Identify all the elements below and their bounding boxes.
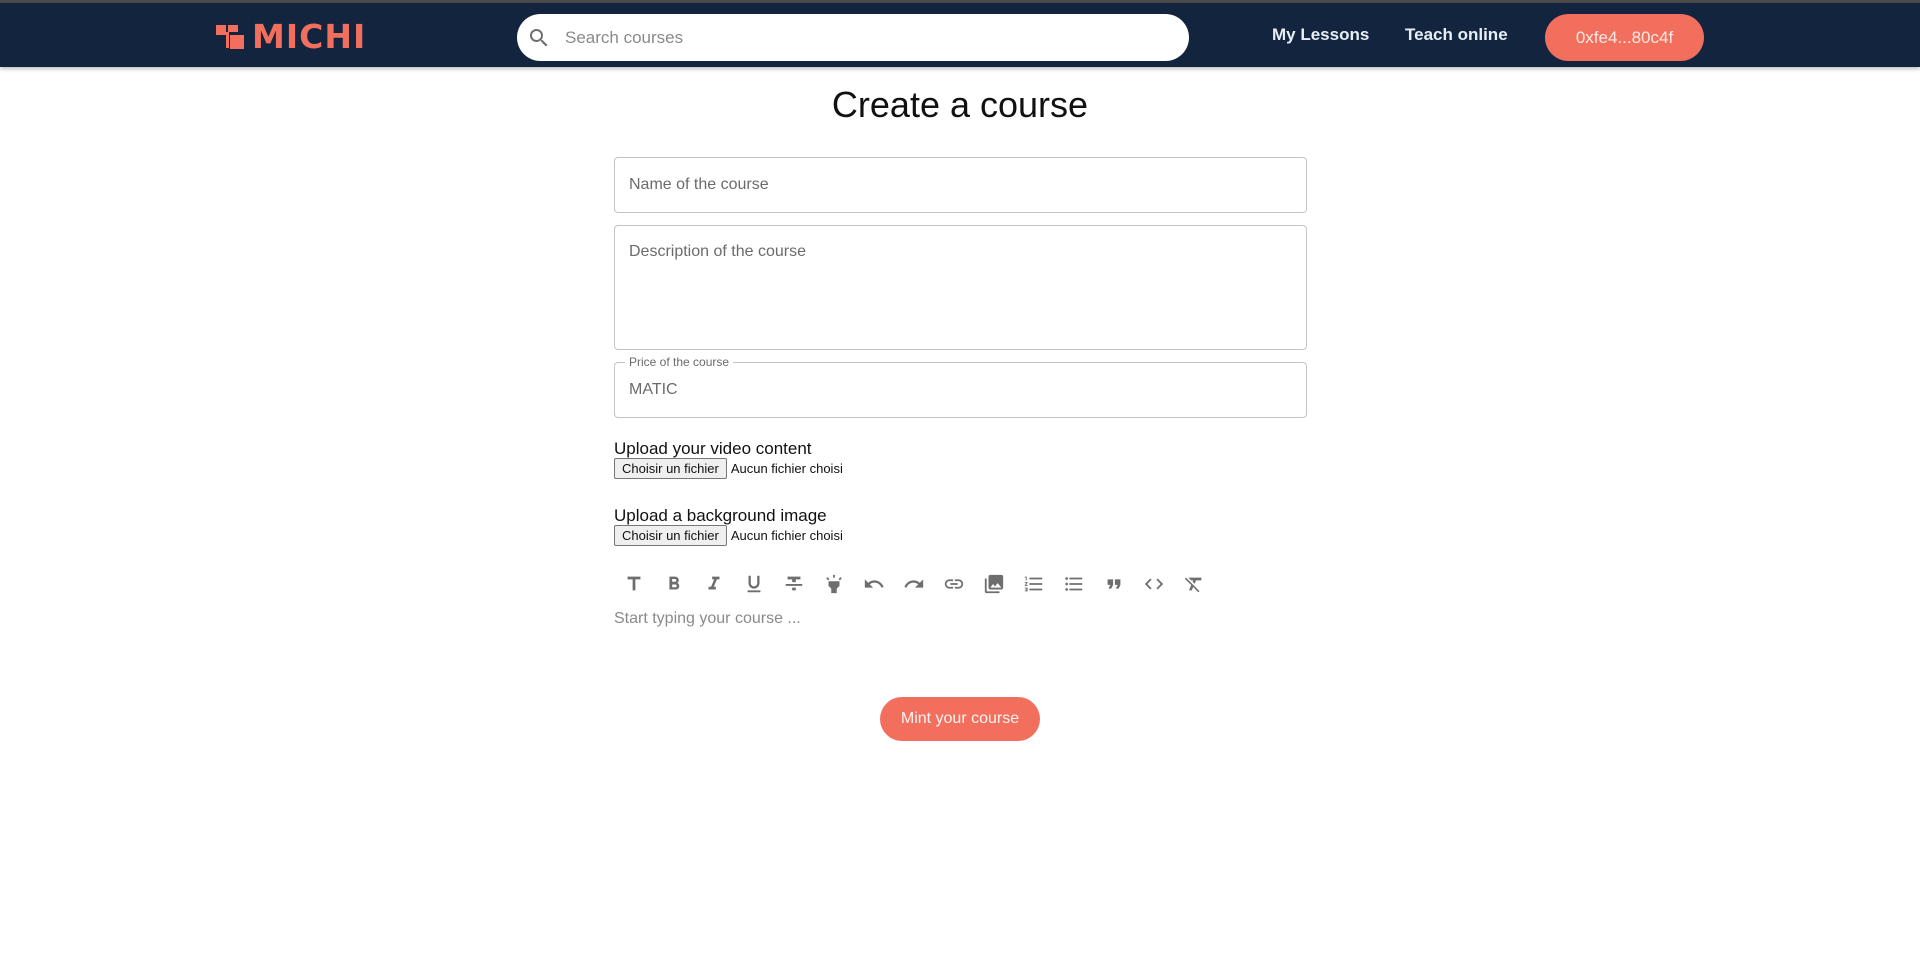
search-icon [530,28,548,46]
quote-icon [1107,579,1121,589]
bulleted-list-icon [1065,577,1083,591]
image-file-status: Aucun fichier choisi [730,528,843,543]
ordered-list-button[interactable] [1014,568,1054,600]
image-button[interactable] [974,568,1014,600]
clear-format-button[interactable] [1174,568,1214,600]
wallet-button[interactable]: 0xfe4...80c4f [1545,14,1704,61]
clear-format-icon [1184,577,1202,593]
image-upload: Choisir un fichier Aucun fichier choisi [614,525,843,546]
course-description-input[interactable] [615,226,1306,349]
search-bar [517,14,1189,61]
redo-icon [904,579,924,588]
redo-button[interactable] [894,568,934,600]
underline-button[interactable] [734,568,774,600]
editor-toolbar [614,568,1214,600]
logo-text: MICHI [252,17,367,56]
navbar: MICHI My Lessons Teach online 0xfe4...80… [0,3,1920,67]
link-icon [944,579,964,589]
quote-button[interactable] [1094,568,1134,600]
text-size-icon [627,576,641,591]
price-label: Price of the course [625,355,734,369]
highlight-button[interactable] [814,568,854,600]
nav-my-lessons[interactable]: My Lessons [1272,25,1369,45]
nav-teach-online[interactable]: Teach online [1405,25,1508,45]
undo-icon [864,579,884,588]
image-upload-label: Upload a background image [614,506,827,525]
logo-icon [216,23,248,51]
bulleted-list-button[interactable] [1054,568,1094,600]
course-editor[interactable]: Start typing your course ... [614,610,1307,650]
ordered-list-icon [1024,576,1043,592]
italic-button[interactable] [694,568,734,600]
course-price-field: Price of the course [614,355,1307,418]
link-button[interactable] [934,568,974,600]
strikethrough-icon [785,576,803,591]
course-name-field [614,157,1307,213]
search-input[interactable] [565,27,1125,48]
video-upload: Choisir un fichier Aucun fichier choisi [614,458,843,479]
course-price-input[interactable] [615,363,1306,417]
image-choose-file-button[interactable]: Choisir un fichier [614,525,727,546]
underline-icon [747,575,761,593]
video-choose-file-button[interactable]: Choisir un fichier [614,458,727,479]
code-icon [1144,578,1164,590]
undo-button[interactable] [854,568,894,600]
bold-button[interactable] [654,568,694,600]
course-name-input[interactable] [615,158,1306,212]
mint-course-button[interactable]: Mint your course [880,697,1040,741]
italic-icon [708,576,720,590]
code-button[interactable] [1134,568,1174,600]
logo[interactable]: MICHI [216,17,367,56]
bold-icon [669,576,680,590]
video-file-status: Aucun fichier choisi [730,461,843,476]
text-size-button[interactable] [614,568,654,600]
video-upload-label: Upload your video content [614,439,812,458]
image-icon [984,574,1004,594]
highlight-icon [826,574,842,594]
course-description-field [614,225,1307,350]
page-title: Create a course [831,84,1089,125]
strikethrough-button[interactable] [774,568,814,600]
